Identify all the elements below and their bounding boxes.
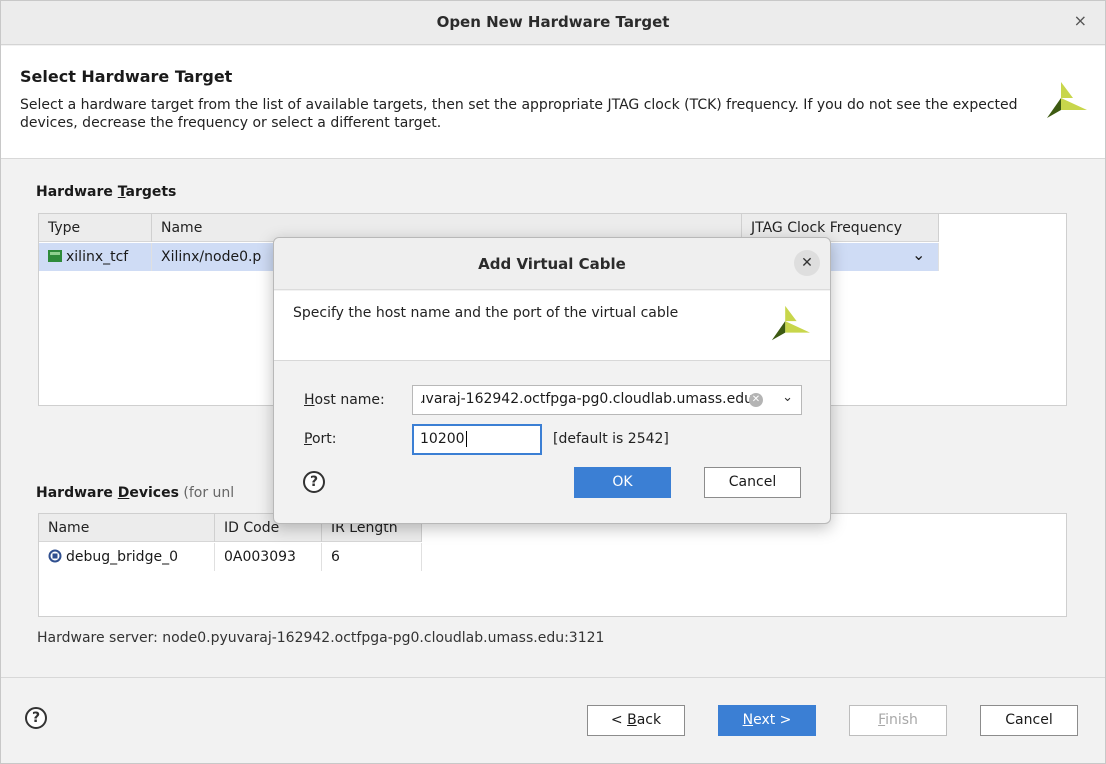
page-title: Select Hardware Target [20,67,233,86]
hardware-devices-label: Hardware Devices (for unl [36,485,235,501]
column-header-type[interactable]: Type [39,214,152,242]
column-header-device-name[interactable]: Name [39,514,215,542]
port-label: Port: [304,431,337,447]
chevron-down-icon[interactable]: ⌄ [782,390,793,405]
modal-help-icon[interactable]: ? [303,471,325,493]
port-default-hint: [default is 2542] [553,431,669,447]
device-ir-length-cell: 6 [322,543,422,571]
footer-divider [1,677,1105,678]
hardware-targets-label: Hardware Targets [36,184,177,200]
modal-description: Specify the host name and the port of th… [293,305,679,321]
finish-button[interactable]: Finish [849,705,947,736]
chip-icon [48,549,62,563]
hardware-server-status: Hardware server: node0.pyuvaraj-162942.o… [37,630,605,646]
table-row[interactable]: debug_bridge_0 0A003093 6 [39,543,422,571]
vivado-logo-icon [1047,82,1087,118]
hardware-devices-table[interactable]: Name ID Code IR Length debug_bridge_0 0A… [38,513,1067,617]
add-virtual-cable-dialog: Add Virtual Cable ✕ Specify the host nam… [273,237,831,524]
port-input[interactable]: 10200 [412,424,542,455]
modal-close-icon[interactable]: ✕ [794,250,820,276]
device-id-code-cell: 0A003093 [215,543,322,571]
host-name-combobox[interactable]: node0.pyuvaraj-162942.octfpga-pg0.cloudl… [412,385,802,415]
page-description: Select a hardware target from the list o… [20,97,1018,131]
device-name-cell: debug_bridge_0 [39,543,215,571]
next-button[interactable]: Next > [718,705,816,736]
target-type-cell: xilinx_tcf [39,243,152,271]
board-icon [48,250,62,262]
modal-description-panel: Specify the host name and the port of th… [274,291,830,361]
modal-title: Add Virtual Cable [478,255,626,273]
clear-icon[interactable]: ✕ [749,393,763,407]
chevron-down-icon[interactable]: ⌄ [912,243,925,269]
modal-cancel-button[interactable]: Cancel [704,467,801,498]
modal-title-bar: Add Virtual Cable ✕ [274,238,830,290]
wizard-header: Select Hardware Target Select a hardware… [1,46,1105,159]
host-name-value: node0.pyuvaraj-162942.octfpga-pg0.cloudl… [421,391,753,407]
title-bar: Open New Hardware Target × [1,1,1105,45]
close-icon[interactable]: × [1074,11,1087,30]
window-title: Open New Hardware Target [436,13,670,31]
cancel-button[interactable]: Cancel [980,705,1078,736]
help-icon[interactable]: ? [25,707,47,729]
open-new-hardware-target-dialog: Open New Hardware Target × Select Hardwa… [0,0,1106,764]
back-button[interactable]: < Back [587,705,685,736]
ok-button[interactable]: OK [574,467,671,498]
host-name-label: Host name: [304,392,385,408]
vivado-logo-icon [771,305,810,341]
